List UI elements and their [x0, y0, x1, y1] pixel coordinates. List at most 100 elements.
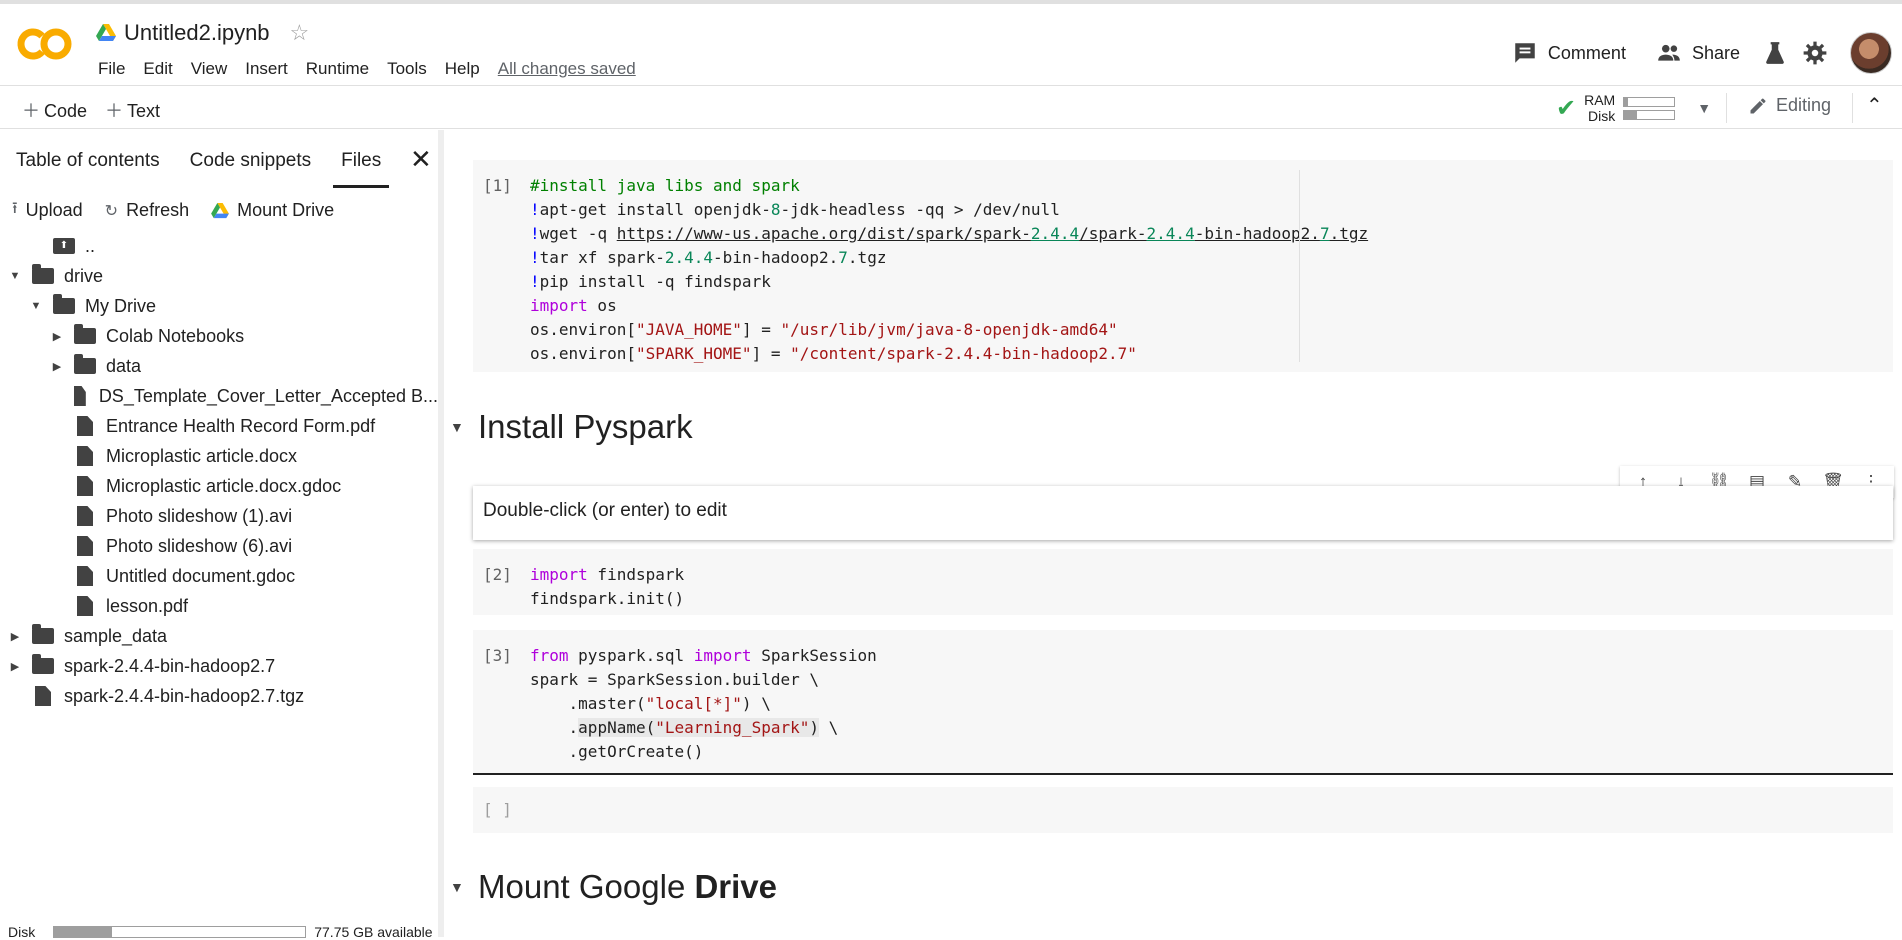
tree-folder[interactable]: ▶ spark-2.4.4-bin-hadoop2.7	[0, 651, 438, 681]
chevron-up-icon[interactable]: ⌃	[1866, 93, 1883, 118]
mount-drive-button[interactable]: Mount Drive	[211, 197, 334, 224]
comment-button[interactable]: Comment	[1504, 36, 1634, 70]
collapse-arrow-icon[interactable]: ▶	[8, 660, 22, 673]
tree-file[interactable]: spark-2.4.4-bin-hadoop2.7.tgz	[0, 681, 438, 711]
file-icon	[77, 566, 93, 586]
code-token: "/usr/lib/jvm/java-8-openjdk-amd64"	[780, 320, 1118, 339]
add-text-button[interactable]: ＋ Text	[105, 97, 160, 123]
menu-file[interactable]: File	[89, 59, 134, 79]
drive-icon[interactable]	[96, 24, 116, 42]
file-icon	[77, 506, 93, 526]
code-token: import	[693, 646, 752, 665]
notebook-main[interactable]: [1] #install java libs and spark !apt-get…	[444, 130, 1902, 937]
disk-status-label: Disk	[8, 924, 36, 940]
collapse-arrow-icon[interactable]: ▶	[50, 330, 64, 343]
execution-count[interactable]: [ ]	[483, 800, 512, 819]
menu-view[interactable]: View	[182, 59, 237, 79]
file-icon	[77, 476, 93, 496]
code-line: os.environ["JAVA_HOME"] = "/usr/lib/jvm/…	[530, 318, 1368, 342]
tree-parent[interactable]: ⬆..	[0, 231, 438, 261]
expand-arrow-icon[interactable]: ▼	[8, 270, 22, 282]
menu-runtime[interactable]: Runtime	[297, 59, 378, 79]
tab-table-of-contents[interactable]: Table of contents	[8, 144, 168, 188]
execution-count[interactable]: [2]	[483, 565, 512, 584]
code-token: -bin-hadoop2.	[1194, 224, 1320, 243]
share-button[interactable]: Share	[1648, 36, 1748, 70]
code-token: spark = SparkSession.builder \	[530, 670, 819, 689]
refresh-button[interactable]: ↻ Refresh	[105, 197, 189, 224]
refresh-label: Refresh	[126, 200, 190, 220]
code-token: "JAVA_HOME"	[635, 320, 742, 339]
collapse-arrow-icon[interactable]: ▶	[50, 360, 64, 373]
tree-file[interactable]: Untitled document.gdoc	[0, 561, 438, 591]
tree-file[interactable]: Photo slideshow (6).avi	[0, 531, 438, 561]
code-cell-3[interactable]: [3] from pyspark.sql import SparkSession…	[473, 630, 1893, 773]
menu-help[interactable]: Help	[436, 59, 489, 79]
menu-edit[interactable]: Edit	[134, 59, 181, 79]
tab-code-snippets[interactable]: Code snippets	[182, 144, 319, 188]
tree-folder[interactable]: ▶ Colab Notebooks	[0, 321, 438, 351]
expand-arrow-icon[interactable]: ▼	[29, 300, 43, 312]
ruler-line	[1299, 170, 1300, 362]
resources-indicator[interactable]: ✔ RAM Disk ▼	[1556, 92, 1711, 124]
collapse-arrow-icon[interactable]: ▶	[8, 630, 22, 643]
section-heading: Mount Google Drive	[478, 868, 777, 906]
folder-up-icon: ⬆	[53, 238, 75, 254]
tree-folder[interactable]: ▼ My Drive	[0, 291, 438, 321]
code-line: os.environ["SPARK_HOME"] = "/content/spa…	[530, 342, 1368, 366]
code-line: !pip install -q findspark	[530, 270, 1368, 294]
code-cell-2[interactable]: [2] import findspark findspark.init()	[473, 549, 1893, 615]
tree-folder[interactable]: ▼ drive	[0, 261, 438, 291]
code-token: .master(	[530, 694, 646, 713]
tree-folder[interactable]: ▶ data	[0, 351, 438, 381]
ram-label: RAM	[1584, 92, 1616, 108]
close-icon[interactable]: ✕	[410, 144, 432, 175]
add-code-label: Code	[44, 101, 88, 121]
menu-insert[interactable]: Insert	[236, 59, 297, 79]
editing-mode-button[interactable]: Editing	[1748, 95, 1831, 116]
tree-file[interactable]: Entrance Health Record Form.pdf	[0, 411, 438, 441]
notebook-toolbar: ＋ Code ＋ Text ✔ RAM Disk ▼ Editing ⌃	[0, 87, 1902, 129]
code-token: #install java libs and spark	[530, 176, 800, 195]
sidebar-tabs: Table of contents Code snippets Files	[0, 144, 438, 188]
menu-tools[interactable]: Tools	[378, 59, 436, 79]
code-token: pip install -q findspark	[539, 272, 771, 291]
star-icon[interactable]: ☆	[290, 20, 310, 46]
code-editor[interactable]: #install java libs and spark !apt-get ins…	[530, 174, 1368, 366]
collapse-arrow-icon[interactable]: ▼	[450, 879, 470, 895]
code-editor[interactable]: import findspark findspark.init()	[530, 563, 684, 611]
text-cell-placeholder[interactable]: Double-click (or enter) to edit	[483, 500, 727, 522]
code-token: 2.4.4	[1030, 224, 1080, 243]
tree-file[interactable]: Photo slideshow (1).avi	[0, 501, 438, 531]
labs-flask-icon[interactable]	[1762, 40, 1788, 66]
empty-code-cell[interactable]: [ ]	[473, 787, 1893, 833]
save-status[interactable]: All changes saved	[489, 59, 636, 79]
settings-gear-icon[interactable]	[1802, 40, 1828, 66]
text-cell[interactable]: Double-click (or enter) to edit	[473, 486, 1893, 540]
tree-file[interactable]: DS_Template_Cover_Letter_Accepted B...	[0, 381, 438, 411]
upload-button[interactable]: ⭱ Upload	[12, 197, 83, 224]
tree-folder[interactable]: ▶ sample_data	[0, 621, 438, 651]
code-token: .tgz	[1329, 224, 1369, 243]
collapse-arrow-icon[interactable]: ▼	[450, 419, 470, 435]
code-token: wget -q	[539, 224, 617, 243]
tree-file[interactable]: lesson.pdf	[0, 591, 438, 621]
tree-item-label: Photo slideshow (6).avi	[106, 535, 293, 556]
execution-count[interactable]: [1]	[483, 176, 512, 195]
code-token: 2.4.4	[664, 248, 714, 267]
code-editor[interactable]: from pyspark.sql import SparkSession spar…	[530, 644, 877, 764]
tree-file[interactable]: Microplastic article.docx	[0, 441, 438, 471]
colab-logo[interactable]	[16, 24, 74, 64]
code-cell-1[interactable]: [1] #install java libs and spark !apt-get…	[473, 160, 1893, 372]
share-label: Share	[1691, 42, 1740, 63]
user-avatar[interactable]	[1850, 32, 1892, 74]
tab-files[interactable]: Files	[333, 144, 390, 188]
execution-count[interactable]: [3]	[483, 646, 512, 665]
chevron-down-icon[interactable]: ▼	[1697, 100, 1711, 116]
code-token: tar xf spark-	[539, 248, 665, 267]
notebook-title[interactable]: Untitled2.ipynb	[124, 20, 270, 46]
disk-usage-fill	[1624, 110, 1637, 119]
add-text-label: Text	[127, 101, 161, 121]
tree-file[interactable]: Microplastic article.docx.gdoc	[0, 471, 438, 501]
add-code-button[interactable]: ＋ Code	[22, 97, 87, 123]
